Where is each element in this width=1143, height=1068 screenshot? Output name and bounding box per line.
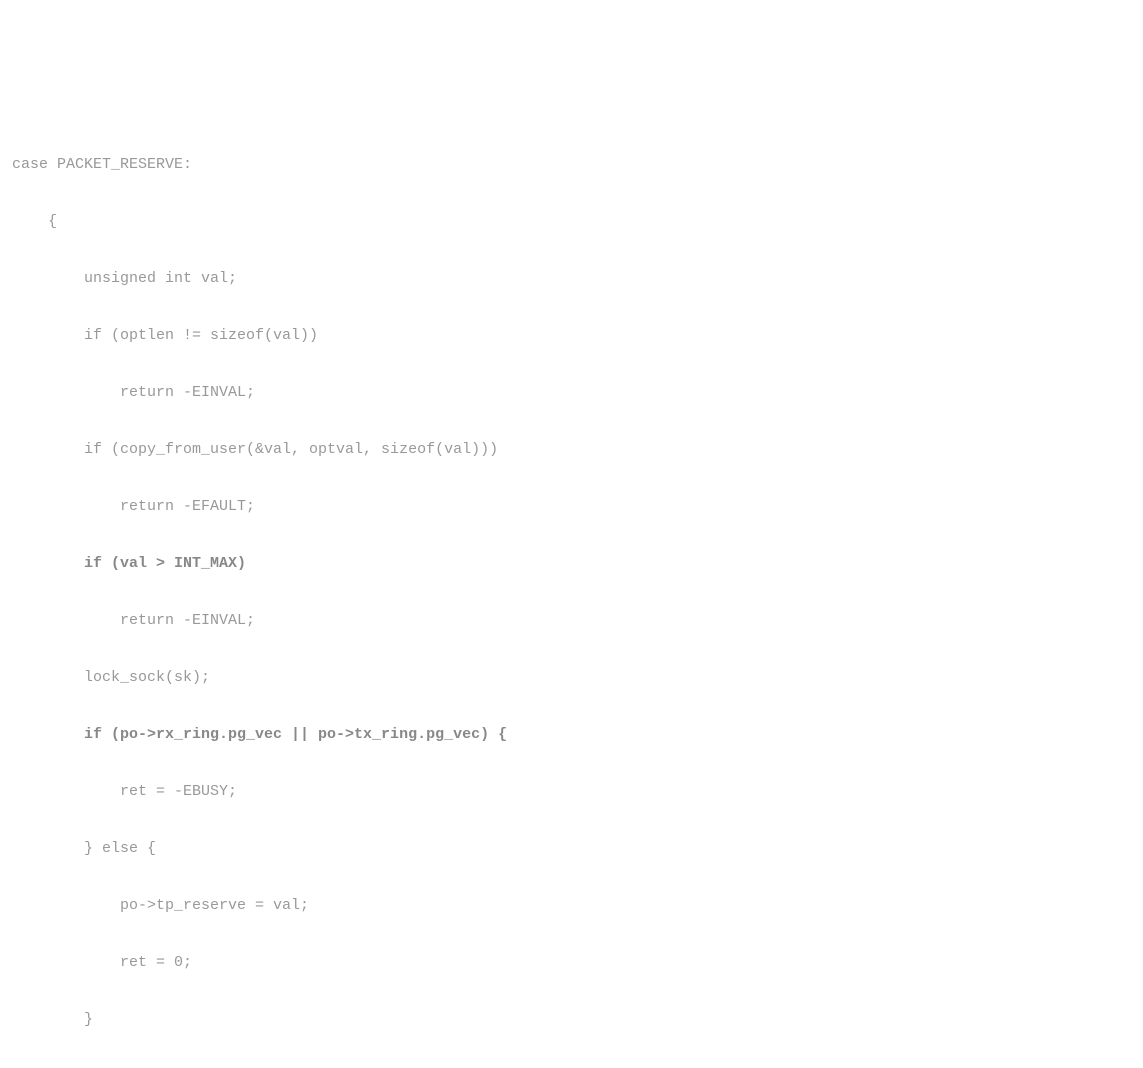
code-line-17: release_sock(sk);: [12, 1063, 1131, 1068]
code-line-13: } else {: [12, 835, 1131, 864]
code-line-5: return -EINVAL;: [12, 379, 1131, 408]
code-line-9: return -EINVAL;: [12, 607, 1131, 636]
code-line-4: if (optlen != sizeof(val)): [12, 322, 1131, 351]
code-line-6: if (copy_from_user(&val, optval, sizeof(…: [12, 436, 1131, 465]
code-line-10: lock_sock(sk);: [12, 664, 1131, 693]
code-line-2: {: [12, 208, 1131, 237]
code-line-7: return -EFAULT;: [12, 493, 1131, 522]
code-line-3: unsigned int val;: [12, 265, 1131, 294]
code-line-8-bold: if (val > INT_MAX): [12, 550, 1131, 579]
code-block: case PACKET_RESERVE: { unsigned int val;…: [12, 122, 1131, 1068]
code-line-14: po->tp_reserve = val;: [12, 892, 1131, 921]
code-line-15: ret = 0;: [12, 949, 1131, 978]
code-line-12: ret = -EBUSY;: [12, 778, 1131, 807]
code-line-1: case PACKET_RESERVE:: [12, 151, 1131, 180]
code-line-16: }: [12, 1006, 1131, 1035]
code-line-11-bold: if (po->rx_ring.pg_vec || po->tx_ring.pg…: [12, 721, 1131, 750]
